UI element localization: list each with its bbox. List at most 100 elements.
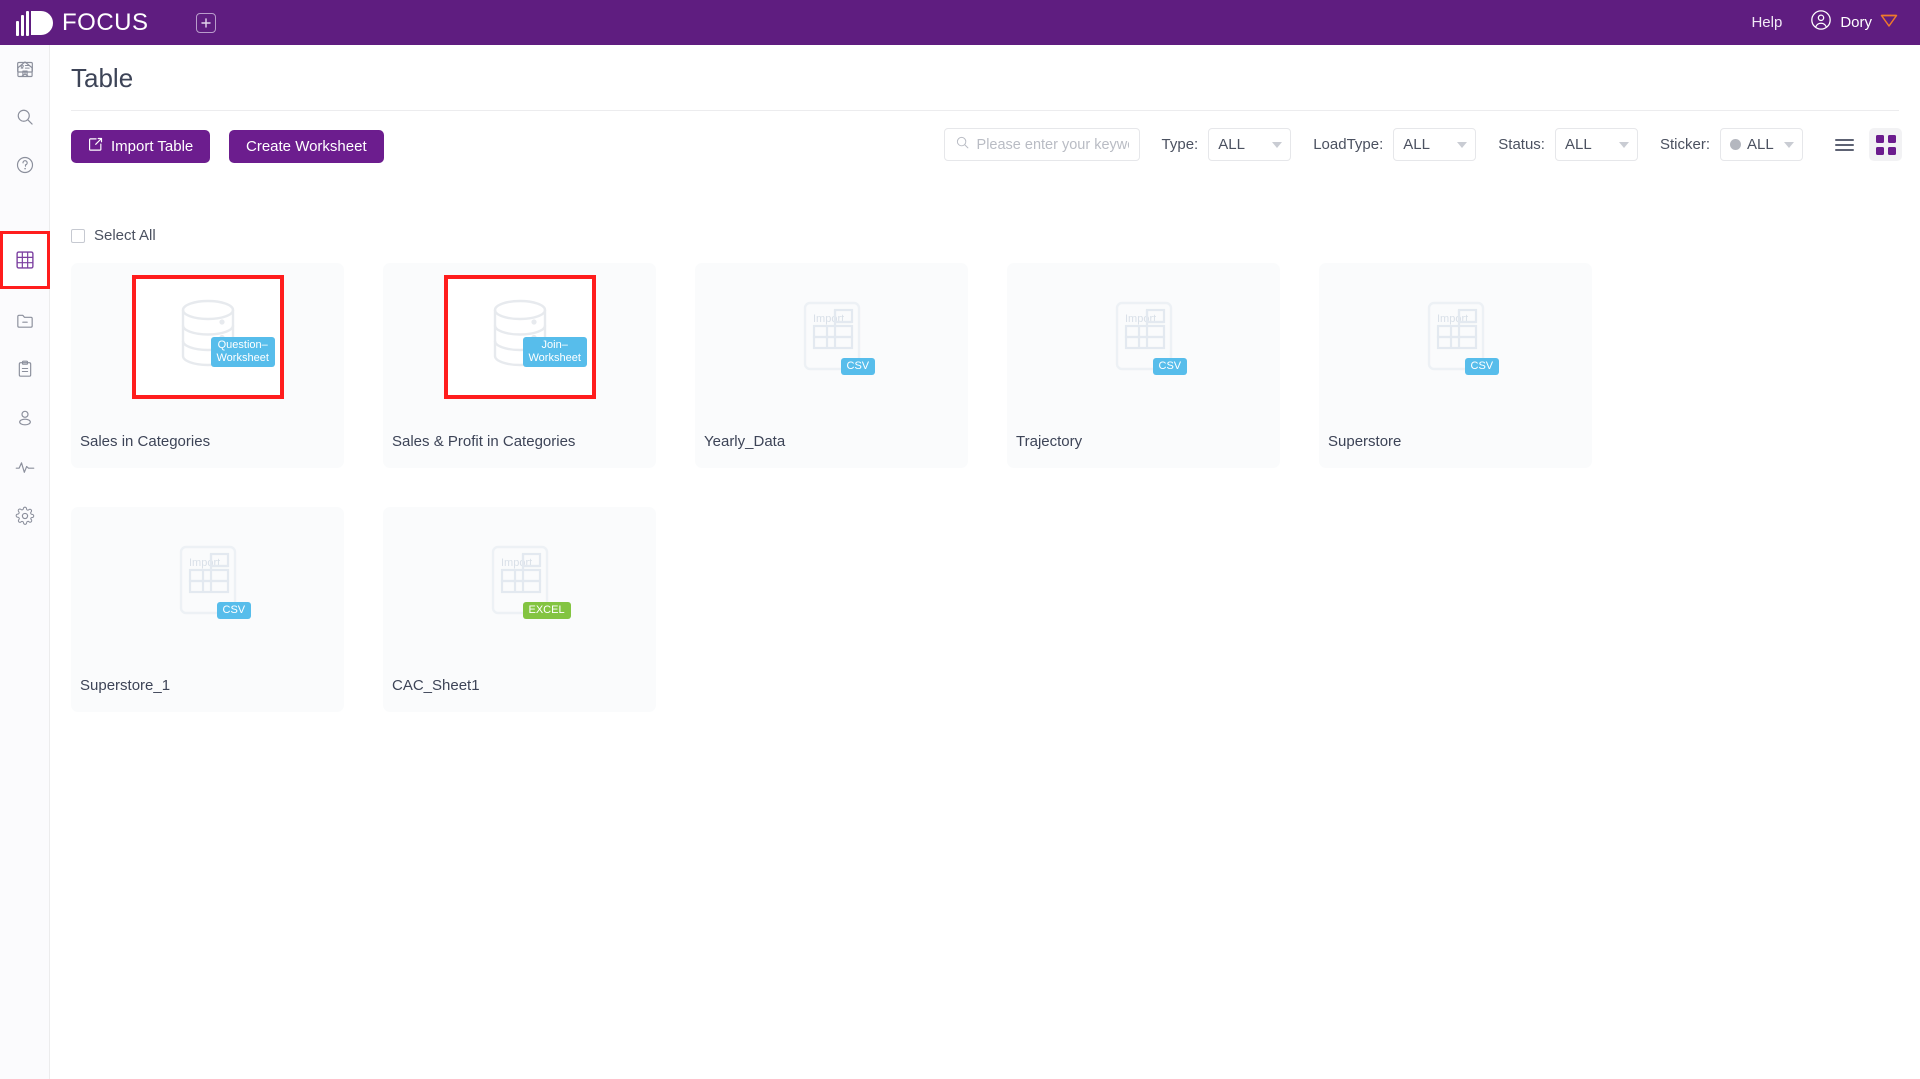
brand-logo[interactable]: FOCUS	[16, 9, 149, 37]
user-icon	[19, 410, 31, 426]
list-view-button[interactable]	[1828, 128, 1861, 161]
table-card[interactable]: Import CSV Yearly_Data	[695, 263, 968, 468]
database-cylinder-icon: Join– Worksheet	[487, 298, 587, 377]
filter-loadtype-select[interactable]: ALL	[1393, 128, 1477, 161]
brand-name: FOCUS	[62, 8, 149, 36]
plus-square-icon[interactable]	[195, 12, 216, 33]
card-type-badge: CSV	[1152, 357, 1188, 375]
search-input[interactable]	[976, 136, 1129, 153]
select-all-label: Select All	[94, 227, 156, 244]
card-thumbnail[interactable]: Import CSV	[1380, 277, 1532, 401]
main-content: Table Import Table Create Worksheet Plea…	[50, 45, 1920, 1079]
sidebar-item-help[interactable]	[0, 141, 50, 189]
table-grid-icon	[16, 251, 34, 269]
sidebar-item-search[interactable]	[0, 93, 50, 141]
select-all-checkbox[interactable]	[71, 228, 85, 243]
grid-view-button[interactable]	[1869, 128, 1902, 161]
gem-icon	[1880, 12, 1898, 33]
filter-type-select[interactable]: ALL	[1208, 128, 1292, 161]
badge-line-2: Worksheet	[216, 351, 269, 364]
page-title: Table	[71, 63, 134, 93]
sidebar-item-table[interactable]	[0, 231, 50, 289]
card-type-badge: CSV	[1464, 357, 1500, 375]
card-thumbnail[interactable]: Join– Worksheet	[443, 275, 596, 399]
card-type-badge: CSV	[216, 601, 252, 619]
filter-status-group: Status: ALL	[1498, 128, 1638, 161]
card-thumbnail[interactable]: Import CSV	[132, 521, 284, 645]
sidebar-item-settings[interactable]	[0, 492, 50, 540]
filter-loadtype-label: LoadType:	[1313, 136, 1384, 153]
focus-logo-dot-icon	[31, 10, 53, 35]
import-table-file-icon: Import CSV	[1113, 300, 1188, 379]
table-card[interactable]: Import CSV Superstore	[1319, 263, 1592, 468]
card-type-badge: EXCEL	[522, 601, 571, 619]
filter-type-value: ALL	[1218, 136, 1245, 153]
filter-status-value: ALL	[1564, 136, 1592, 153]
user-menu[interactable]: Dory	[1810, 9, 1898, 36]
import-table-button[interactable]: Import Table	[71, 130, 211, 163]
table-card[interactable]: Question– Worksheet Sales in Categories	[71, 263, 344, 468]
filter-type-label: Type:	[1161, 136, 1199, 153]
left-sidebar	[0, 45, 50, 1079]
sidebar-item-activity[interactable]	[0, 443, 50, 491]
card-type-badge: CSV	[840, 357, 876, 375]
svg-text:Import: Import	[813, 313, 844, 325]
toolbar: Import Table Create Worksheet Type: ALL	[50, 125, 1920, 169]
table-card[interactable]: Import EXCEL CAC_Sheet1	[383, 507, 656, 712]
chevron-down-icon	[1618, 141, 1629, 148]
card-type-badge: Join– Worksheet	[522, 336, 587, 367]
card-title: Sales in Categories	[80, 433, 211, 450]
top-bar: FOCUS Help Dory	[0, 0, 1920, 45]
sidebar-item-folder[interactable]	[0, 297, 50, 345]
clipboard-icon	[18, 360, 32, 377]
chevron-down-icon	[1457, 141, 1468, 148]
gear-icon	[15, 506, 35, 525]
filter-sticker-select[interactable]: ALL	[1720, 128, 1803, 161]
create-worksheet-label: Create Worksheet	[246, 138, 367, 155]
table-card-grid: Question– Worksheet Sales in Categories	[71, 263, 1899, 712]
filter-status-select[interactable]: ALL	[1554, 128, 1638, 161]
view-toggle-group	[1828, 128, 1902, 161]
title-divider	[71, 110, 1899, 111]
badge-line-1: Question–	[217, 338, 268, 351]
card-thumbnail[interactable]: Import CSV	[1068, 277, 1220, 401]
filter-loadtype-group: LoadType: ALL	[1313, 128, 1477, 161]
card-title: Yearly_Data	[704, 433, 786, 450]
folder-minus-icon	[17, 314, 33, 328]
svg-text:Import: Import	[501, 557, 532, 569]
card-title: CAC_Sheet1	[392, 677, 480, 694]
top-bar-right: Help Dory	[1751, 9, 1898, 36]
card-thumbnail[interactable]: Import CSV	[756, 277, 908, 401]
user-circle-icon	[1810, 9, 1832, 36]
sidebar-item-dashboard[interactable]	[0, 45, 50, 93]
card-thumbnail[interactable]: Import EXCEL	[444, 521, 596, 645]
card-thumbnail[interactable]: Question– Worksheet	[131, 275, 284, 399]
search-box[interactable]	[943, 128, 1140, 161]
focus-logo-icon	[16, 10, 29, 36]
import-table-label: Import Table	[111, 138, 194, 155]
user-name: Dory	[1840, 14, 1872, 31]
database-cylinder-icon: Question– Worksheet	[175, 298, 275, 377]
table-card[interactable]: Import CSV Superstore_1	[71, 507, 344, 712]
search-icon	[955, 135, 970, 155]
sidebar-item-clipboard[interactable]	[0, 345, 50, 393]
sidebar-item-user[interactable]	[0, 394, 50, 442]
badge-line-2: Worksheet	[528, 351, 581, 364]
table-card[interactable]: Import CSV Trajectory	[1007, 263, 1280, 468]
filter-loadtype-value: ALL	[1403, 136, 1430, 153]
search-icon	[17, 109, 33, 125]
create-worksheet-button[interactable]: Create Worksheet	[229, 130, 384, 163]
select-all-row[interactable]: Select All	[71, 227, 156, 244]
card-title: Superstore	[1328, 433, 1402, 450]
card-title: Superstore_1	[80, 677, 171, 694]
grid-view-icon	[1875, 134, 1896, 155]
help-link[interactable]: Help	[1751, 14, 1782, 31]
chevron-down-icon	[1272, 141, 1283, 148]
activity-icon	[15, 462, 35, 473]
table-card[interactable]: Join– Worksheet Sales & Profit in Catego…	[383, 263, 656, 468]
badge-line-1: Join–	[541, 338, 568, 351]
import-table-file-icon: Import EXCEL	[489, 544, 571, 623]
filter-sticker-value: ALL	[1747, 136, 1774, 153]
filter-bar: Type: ALL LoadType: ALL Status: ALL	[943, 128, 1902, 161]
card-title: Sales & Profit in Categories	[392, 433, 576, 450]
